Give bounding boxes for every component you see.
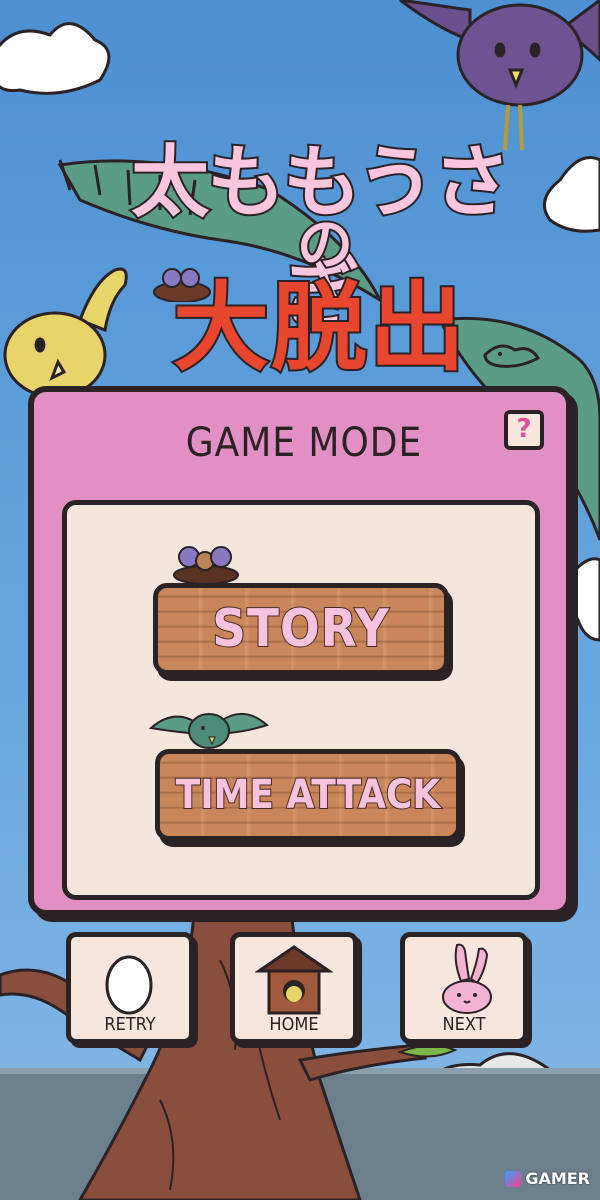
purple-chick-nest-icon	[153, 268, 211, 302]
gamer-watermark: GAMER	[505, 1169, 590, 1188]
time-attack-button[interactable]: TIME ATTACK	[155, 749, 461, 841]
time-attack-label: TIME ATTACK	[175, 771, 442, 819]
question-mark-icon: ?	[516, 414, 532, 444]
home-button[interactable]: HOME	[230, 932, 358, 1044]
next-label: NEXT	[442, 1014, 486, 1035]
green-bird-icon	[149, 713, 269, 749]
help-button[interactable]: ?	[504, 410, 544, 450]
story-label: STORY	[211, 598, 390, 660]
story-button[interactable]: STORY	[153, 583, 449, 675]
small-green-bird-icon	[483, 344, 540, 368]
game-title: 太ももうさぎ の 大脱出	[0, 0, 600, 400]
bird-nest-icon	[173, 546, 239, 585]
mode-list: STORY TIME ATTACK	[62, 500, 540, 900]
next-button[interactable]: NEXT	[400, 932, 528, 1044]
gamer-logo-icon	[505, 1170, 522, 1187]
retry-label: RETRY	[104, 1014, 156, 1035]
panel-title: GAME MODE	[185, 420, 423, 466]
retry-button[interactable]: RETRY	[66, 932, 194, 1044]
rabbit-icon	[442, 943, 492, 1014]
egg-icon	[105, 955, 153, 1015]
watermark-text: GAMER	[525, 1169, 590, 1188]
game-mode-panel: GAME MODE ? STORY TIME ATTACK	[28, 386, 572, 916]
birdhouse-icon	[255, 945, 333, 1015]
home-label: HOME	[269, 1014, 319, 1035]
